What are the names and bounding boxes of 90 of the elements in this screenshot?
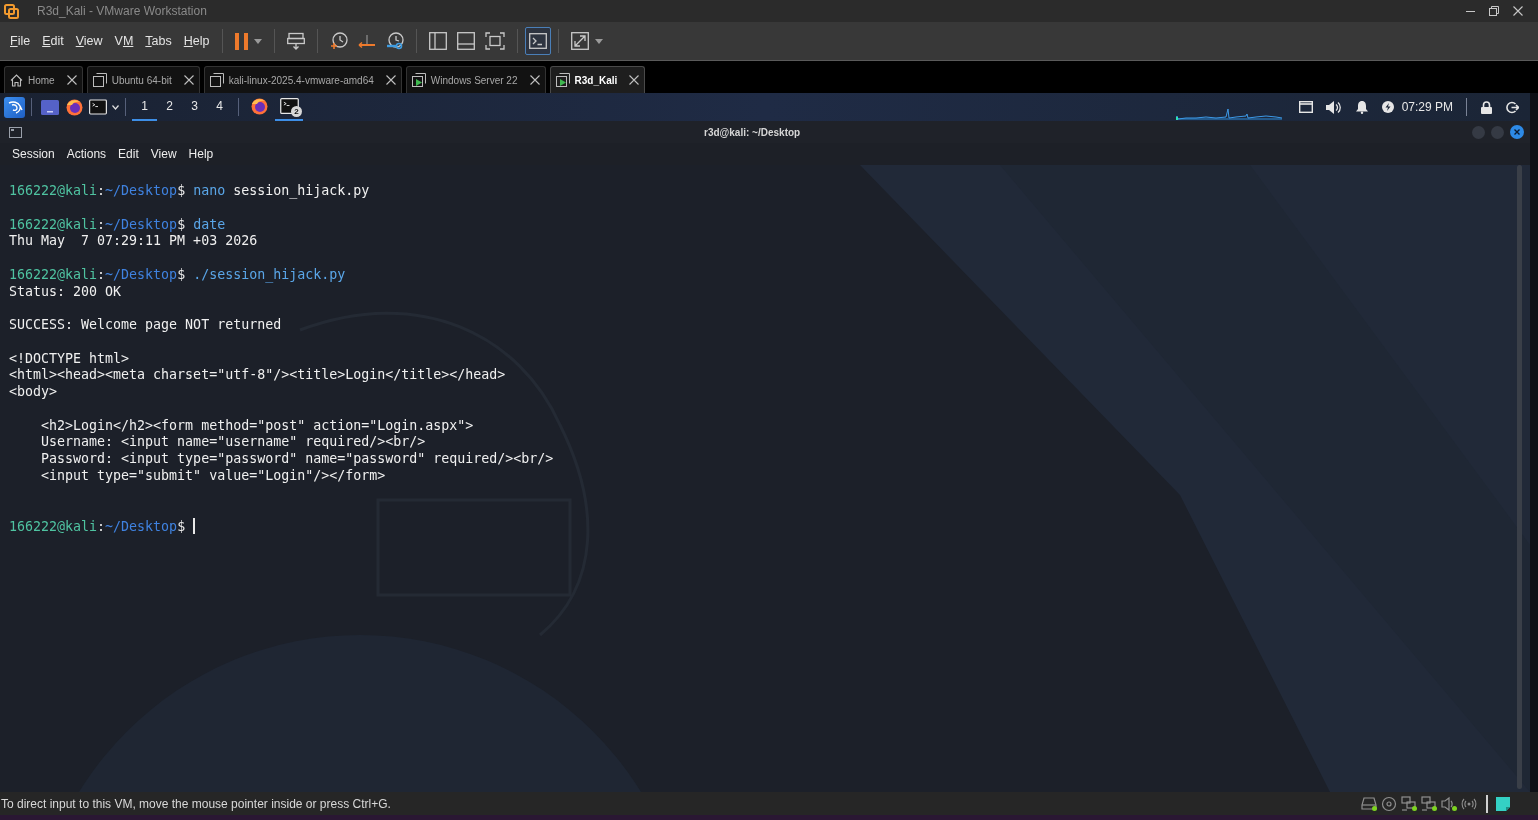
close-tab-button[interactable] xyxy=(65,74,78,86)
terminal-icon xyxy=(89,99,107,115)
window-title: R3d_Kali - VMware Workstation xyxy=(37,3,207,20)
prompt-line: 166222@kali:~/Desktop$ xyxy=(9,518,195,535)
output-line: <input type="submit" value="Login"/></form> xyxy=(40,467,386,485)
note-icon[interactable] xyxy=(1496,796,1510,811)
terminal-icon xyxy=(529,33,548,49)
frame-corners-icon xyxy=(485,32,506,50)
prompt-line: 166222@kali:~/Desktop$ ./session_hijack.py xyxy=(9,266,346,284)
menu-item[interactable]: View xyxy=(69,29,109,53)
globe-icon xyxy=(65,98,83,116)
output-line: <body> xyxy=(9,384,58,401)
close-tab-button[interactable] xyxy=(628,74,641,86)
terminal-title: r3d@kali: ~/Desktop xyxy=(704,125,801,140)
tab[interactable]: kali-linux-2025.4-vmware-amd64 xyxy=(203,66,402,93)
close-icon xyxy=(1514,129,1520,135)
expand-icon xyxy=(571,32,590,50)
menu-item[interactable]: Session xyxy=(6,144,61,164)
caret-icon xyxy=(595,38,604,44)
workspace-button[interactable]: 4 xyxy=(207,93,232,121)
menu-item[interactable]: Tabs xyxy=(139,29,178,53)
tab[interactable]: Windows Server 22 xyxy=(405,66,546,93)
overlapping-squares-icon xyxy=(4,3,19,19)
disc-icon[interactable] xyxy=(1381,795,1398,812)
menu-item[interactable]: View xyxy=(144,144,183,164)
logout-icon xyxy=(1505,100,1519,114)
output-line: <!DOCTYPE html> xyxy=(9,350,130,368)
bell-icon xyxy=(1355,100,1368,114)
scrollbar[interactable] xyxy=(1517,165,1522,789)
clock-wrench-icon xyxy=(386,32,405,50)
prompt-line: 166222@kali:~/Desktop$ nano session_hijack.py xyxy=(9,183,370,200)
app-menu-button[interactable] xyxy=(4,96,25,118)
close-icon xyxy=(1513,6,1523,16)
output-line: Status: 200 OK xyxy=(9,283,122,301)
speaker-icon xyxy=(1326,100,1342,114)
clock: 07:29 PM xyxy=(1401,99,1453,116)
prompt-line: 166222@kali:~/Desktop$ date xyxy=(9,216,226,234)
bottom-panel-icon xyxy=(457,32,476,50)
caret-icon xyxy=(112,104,119,110)
output-line: <html><head><meta charset="utf-8"/><title>Login</title></head> xyxy=(9,367,506,384)
output-line: Password: <input type="password" name="password" required/><br/> xyxy=(40,451,554,468)
close-icon xyxy=(183,75,194,85)
close-icon xyxy=(66,75,77,85)
speaker-icon[interactable] xyxy=(1441,795,1458,812)
close-tab-button[interactable] xyxy=(182,74,195,86)
caret-icon xyxy=(254,38,263,44)
menu-item[interactable]: Actions xyxy=(60,144,113,164)
network-icon[interactable] xyxy=(1401,795,1418,812)
close-icon xyxy=(529,75,540,85)
minimize-icon xyxy=(1465,10,1475,12)
pause-icon xyxy=(235,32,249,50)
menu-item[interactable]: Help xyxy=(182,144,220,164)
console-view-button[interactable] xyxy=(525,27,552,55)
close-tab-button[interactable] xyxy=(384,74,397,86)
output-line: SUCCESS: Welcome page NOT returned xyxy=(9,317,282,334)
count-badge: 2 xyxy=(291,106,302,117)
tab[interactable]: R3d_Kali xyxy=(549,66,646,93)
screen-icon xyxy=(41,99,59,115)
close-button[interactable] xyxy=(1510,125,1524,139)
bolt-circle-icon xyxy=(1381,101,1394,113)
window-menu-button[interactable] xyxy=(9,126,22,138)
lock-icon xyxy=(1480,100,1492,114)
sidebar-layout-icon xyxy=(429,32,448,50)
network-icon[interactable] xyxy=(1421,795,1438,812)
tab[interactable]: Ubuntu 64-bit xyxy=(86,66,200,93)
restore-icon xyxy=(1489,6,1499,16)
output-line: <h2>Login</h2><form method="post" action="Login.aspx"> xyxy=(40,417,474,435)
workspace-button[interactable]: 2 xyxy=(157,93,182,121)
arrow-line-icon xyxy=(358,32,377,50)
tab[interactable]: Home xyxy=(4,66,83,93)
box-arrow-icon xyxy=(287,32,306,50)
clock-plus-icon xyxy=(330,32,349,50)
window-icon xyxy=(9,126,22,138)
home-icon xyxy=(10,73,23,87)
menu-item[interactable]: Edit xyxy=(112,144,145,164)
menu-item[interactable]: Help xyxy=(177,29,216,53)
output-line: Thu May 7 07:29:11 PM +03 2026 xyxy=(9,233,258,250)
menu-item[interactable]: File xyxy=(4,29,37,53)
globe-icon xyxy=(250,97,268,115)
dragon-icon xyxy=(6,99,23,115)
terminal-icon xyxy=(279,98,299,114)
display-icon xyxy=(1298,101,1313,113)
workspace-button[interactable]: 3 xyxy=(182,93,207,121)
menu-item[interactable]: VM xyxy=(108,29,140,53)
close-icon xyxy=(629,75,640,85)
output-line: Username: <input name="username" required/><br/> xyxy=(40,434,426,451)
menu-item[interactable]: Edit xyxy=(36,29,70,53)
close-tab-button[interactable] xyxy=(528,74,541,86)
status-message: To direct input to this VM, move the mouse pointer inside or press Ctrl+G. xyxy=(1,795,391,813)
close-icon xyxy=(385,75,396,85)
